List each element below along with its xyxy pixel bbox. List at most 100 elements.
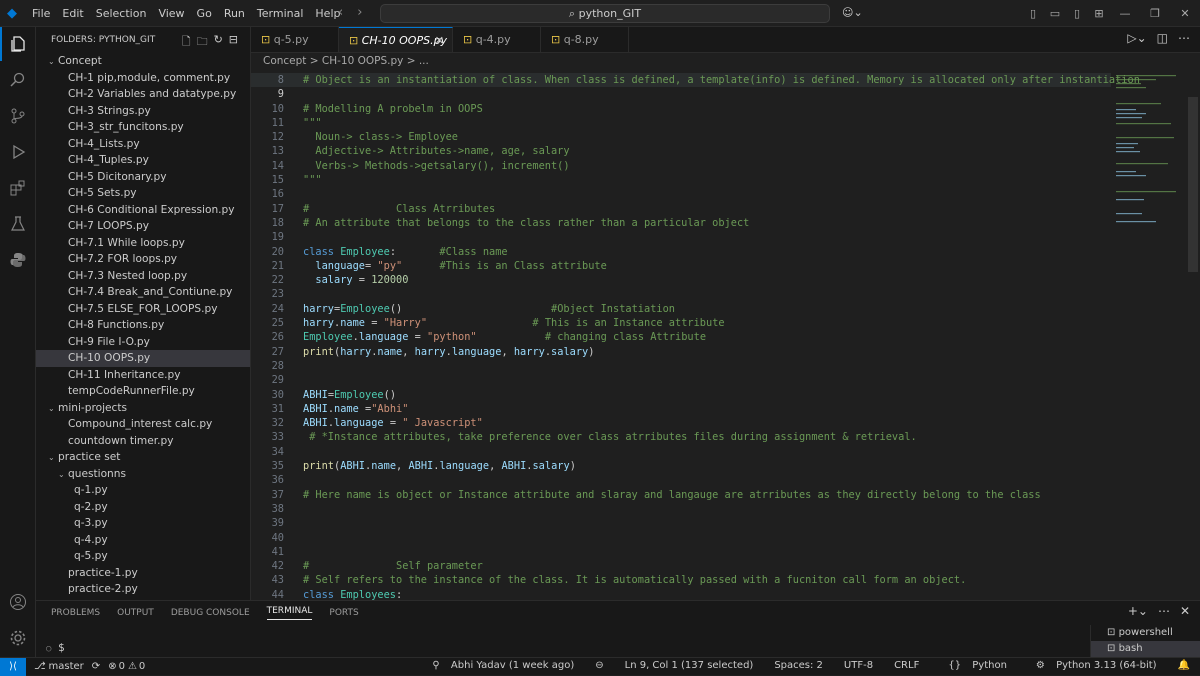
file-item[interactable]: CH-7 LOOPS.py: [36, 218, 250, 235]
python-interpreter[interactable]: ⚙ Python 3.13 (64-bit): [1028, 660, 1157, 671]
file-item[interactable]: q-3.py: [36, 515, 250, 532]
branch-name[interactable]: master: [49, 661, 84, 672]
panel-tab-problems[interactable]: PROBLEMS: [51, 608, 100, 618]
code-line[interactable]: 29: [251, 373, 1111, 387]
minimap[interactable]: [1116, 73, 1186, 233]
code-line[interactable]: 20 class Employee: #Class name: [251, 245, 1111, 259]
back-arrow-icon[interactable]: ‹: [338, 5, 343, 20]
file-item[interactable]: CH-11 Inheritance.py: [36, 367, 250, 384]
code-line[interactable]: 38: [251, 502, 1111, 516]
code-line[interactable]: 12 Noun-> class-> Employee: [251, 130, 1111, 144]
terminal-item-bash[interactable]: ⊡ bash: [1091, 641, 1200, 657]
run-debug-icon[interactable]: [0, 135, 36, 169]
file-item[interactable]: q-4.py: [36, 532, 250, 549]
folder-item[interactable]: ⌄ Concept: [36, 53, 250, 70]
close-window-icon[interactable]: ✕: [1170, 7, 1200, 20]
tab-q-5-py[interactable]: ⊡ q-5.py: [251, 27, 339, 52]
code-line[interactable]: 21 language= "py" #This is an Class attr…: [251, 259, 1111, 273]
code-line[interactable]: 15 """: [251, 173, 1111, 187]
code-line[interactable]: 43 # Self refers to the instance of the c…: [251, 573, 1111, 587]
code-line[interactable]: 30 ABHI=Employee(): [251, 388, 1111, 402]
panel-tab-debug-console[interactable]: DEBUG CONSOLE: [171, 608, 250, 618]
command-center-search[interactable]: ⌕ python_GIT: [380, 4, 830, 23]
file-item[interactable]: CH-9 File I-O.py: [36, 334, 250, 351]
manage-gear-icon[interactable]: [0, 621, 36, 655]
indentation[interactable]: Spaces: 2: [774, 660, 823, 671]
code-line[interactable]: 9: [251, 87, 1111, 101]
search-sidebar-icon[interactable]: [0, 63, 36, 97]
tab-q-4-py[interactable]: ⊡ q-4.py: [453, 27, 541, 52]
layout-icon[interactable]: ⊞: [1088, 7, 1110, 20]
panel-close-icon[interactable]: ✕: [1180, 604, 1190, 618]
forward-arrow-icon[interactable]: ›: [357, 5, 362, 20]
error-count[interactable]: 0: [119, 661, 125, 672]
restore-icon[interactable]: ❐: [1140, 7, 1170, 20]
file-item[interactable]: CH-5 Dicitonary.py: [36, 169, 250, 186]
file-item[interactable]: CH-2 Variables and datatype.py: [36, 86, 250, 103]
terminal-item-powershell[interactable]: ⊡ powershell: [1091, 625, 1200, 641]
file-item[interactable]: CH-7.1 While loops.py: [36, 235, 250, 252]
collapse-all-icon[interactable]: ⊟: [229, 33, 238, 52]
panel-more-icon[interactable]: ⋯: [1158, 604, 1170, 618]
file-item[interactable]: Compound_interest calc.py: [36, 416, 250, 433]
toggle-sidebar-icon[interactable]: ▯: [1022, 7, 1044, 20]
file-item[interactable]: CH-7.5 ELSE_FOR_LOOPS.py: [36, 301, 250, 318]
code-line[interactable]: 10 # Modelling A probelm in OOPS: [251, 102, 1111, 116]
code-line[interactable]: 14 Verbs-> Methods->getsalary(), increme…: [251, 159, 1111, 173]
file-item[interactable]: tempCodeRunnerFile.py: [36, 383, 250, 400]
file-item[interactable]: CH-3 Strings.py: [36, 103, 250, 120]
testing-icon[interactable]: [0, 207, 36, 241]
close-tab-icon[interactable]: ✕: [435, 28, 444, 54]
panel-tab-terminal[interactable]: TERMINAL: [266, 606, 313, 620]
panel-tab-output[interactable]: OUTPUT: [117, 608, 154, 618]
menu-file[interactable]: File: [26, 0, 56, 27]
file-item[interactable]: CH-5 Sets.py: [36, 185, 250, 202]
refresh-icon[interactable]: ↻: [214, 33, 223, 52]
file-item[interactable]: CH-4_Tuples.py: [36, 152, 250, 169]
file-item[interactable]: CH-6 Conditional Expression.py: [36, 202, 250, 219]
menu-terminal[interactable]: Terminal: [251, 0, 310, 27]
code-line[interactable]: 25 harry.name = "Harry" # This is an Inst…: [251, 316, 1111, 330]
code-line[interactable]: 31 ABHI.name ="Abhi": [251, 402, 1111, 416]
cursor-position[interactable]: Ln 9, Col 1 (137 selected): [625, 660, 754, 671]
split-editor-icon[interactable]: ◫: [1157, 31, 1168, 45]
menu-run[interactable]: Run: [218, 0, 251, 27]
file-item[interactable]: q-5.py: [36, 548, 250, 565]
code-line[interactable]: 34: [251, 445, 1111, 459]
encoding[interactable]: UTF-8: [844, 660, 873, 671]
line-ending[interactable]: CRLF: [894, 660, 919, 671]
tab-ch-10-oops-py[interactable]: ⊡ CH-10 OOPS.py ✕: [339, 27, 453, 52]
warning-count[interactable]: 0: [139, 661, 145, 672]
file-item[interactable]: practice-1.py: [36, 565, 250, 582]
new-file-icon[interactable]: 🗋: [182, 33, 191, 52]
code-line[interactable]: 35 print(ABHI.name, ABHI.language, ABHI.s…: [251, 459, 1111, 473]
account-icon[interactable]: [0, 585, 36, 619]
vertical-scrollbar[interactable]: [1188, 97, 1198, 272]
file-item[interactable]: CH-8 Functions.py: [36, 317, 250, 334]
notifications-icon[interactable]: 🔔: [1178, 660, 1190, 671]
file-item[interactable]: q-1.py: [36, 482, 250, 499]
copilot-icon[interactable]: ☺⌄: [842, 6, 863, 19]
code-line[interactable]: 24 harry=Employee() #Object Instatiation: [251, 302, 1111, 316]
folder-item[interactable]: ⌄ mini-projects: [36, 400, 250, 417]
new-folder-icon[interactable]: 🗀: [197, 33, 208, 52]
code-line[interactable]: 40: [251, 531, 1111, 545]
code-line[interactable]: 41: [251, 545, 1111, 559]
file-item[interactable]: q-2.py: [36, 499, 250, 516]
extensions-icon[interactable]: [0, 171, 36, 205]
minimize-icon[interactable]: —: [1110, 7, 1140, 20]
folder-item[interactable]: ⌄ practice set: [36, 449, 250, 466]
code-line[interactable]: 22 salary = 120000: [251, 273, 1111, 287]
code-line[interactable]: 27 print(harry.name, harry.language, harr…: [251, 345, 1111, 359]
code-line[interactable]: 13 Adjective-> Attributes->name, age, sa…: [251, 144, 1111, 158]
menu-view[interactable]: View: [152, 0, 190, 27]
code-line[interactable]: 17 # Class Atrributes: [251, 202, 1111, 216]
python-icon[interactable]: [0, 243, 36, 277]
file-item[interactable]: CH-10 OOPS.py: [36, 350, 250, 367]
explorer-icon[interactable]: [0, 27, 36, 61]
toggle-panel-icon[interactable]: ▭: [1044, 7, 1066, 20]
file-item[interactable]: CH-1 pip,module, comment.py: [36, 70, 250, 87]
code-editor[interactable]: 8 # Object is an instantiation of class. …: [251, 73, 1140, 601]
zoom-icon[interactable]: ⊖: [595, 660, 603, 671]
file-item[interactable]: practice-2.py: [36, 581, 250, 598]
